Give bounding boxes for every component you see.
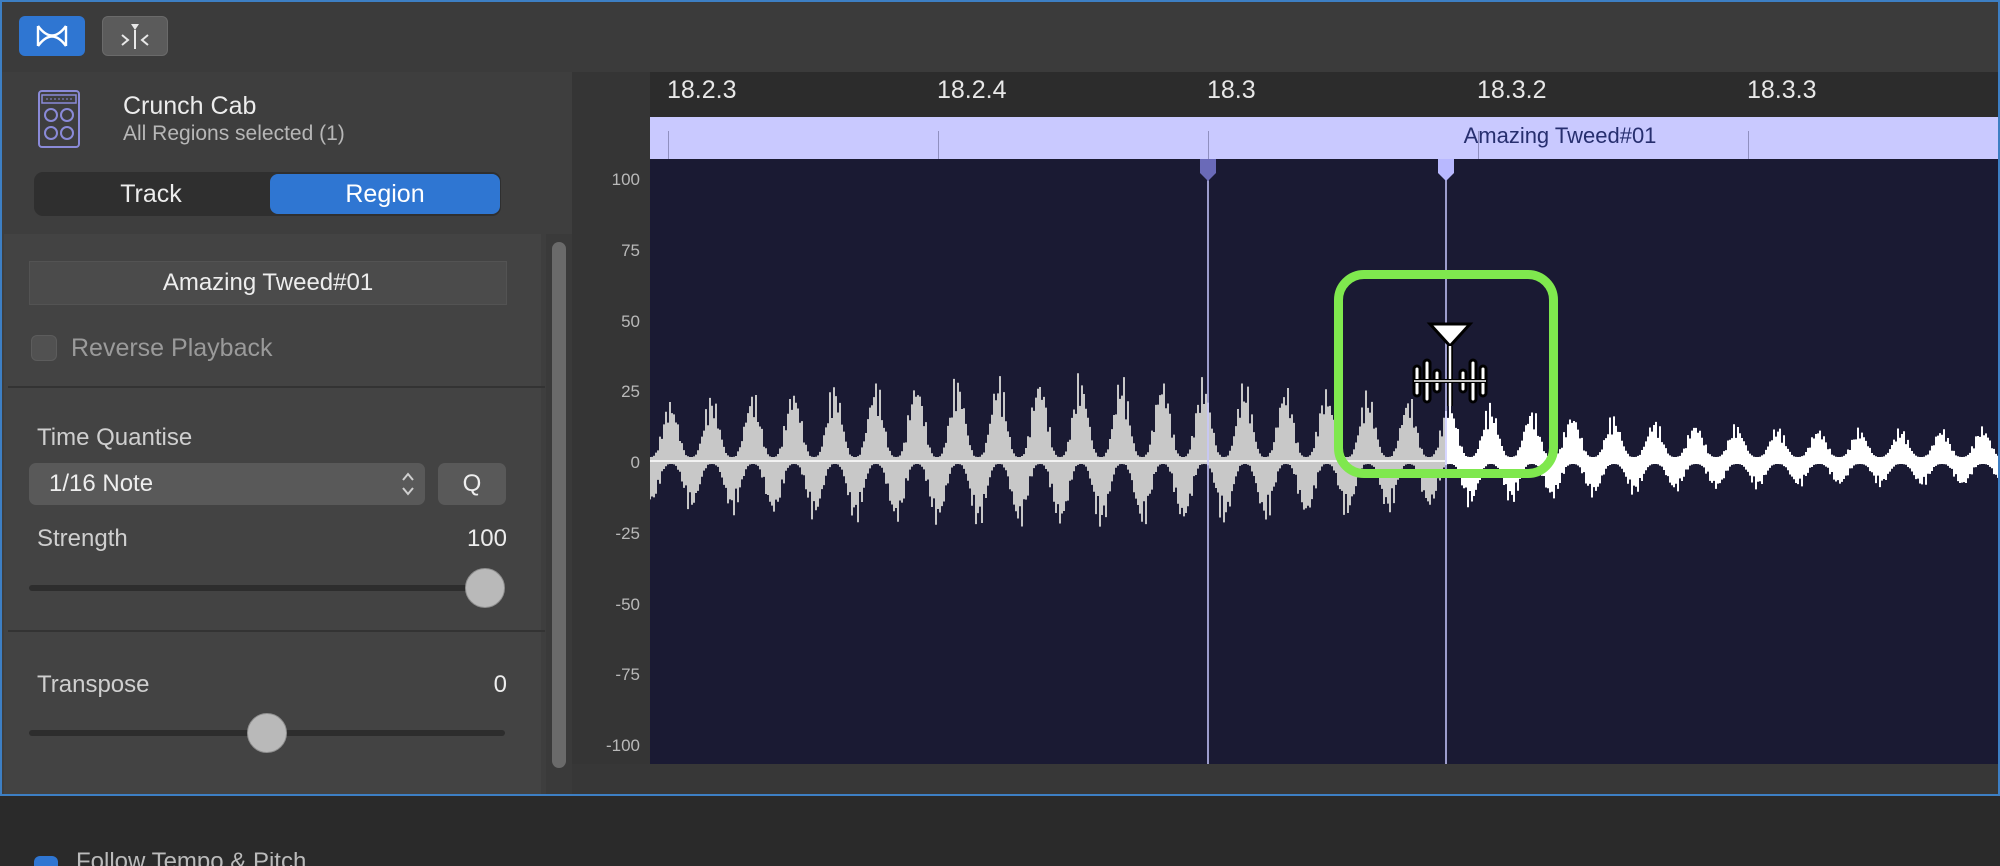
toolbar (0, 0, 2000, 72)
transpose-value: 0 (493, 671, 507, 698)
ruler-label: 18.2.4 (937, 76, 1007, 104)
tab-track[interactable]: Track (34, 172, 268, 216)
y-tick-label: 75 (621, 240, 640, 260)
waveform[interactable] (649, 159, 2000, 764)
track-subtitle: All Regions selected (1) (123, 122, 345, 145)
strength-slider-knob[interactable] (465, 568, 505, 608)
y-tick-label: 0 (630, 453, 640, 472)
follow-tempo-checkbox[interactable] (34, 856, 58, 866)
scrollbar-thumb[interactable] (552, 242, 566, 768)
region-settings-panel: Amazing Tweed#01 Reverse Playback Time Q… (4, 234, 545, 866)
quantise-button[interactable]: Q (438, 463, 506, 505)
transpose-label: Transpose (37, 671, 150, 698)
pitch-marker-icon (121, 24, 149, 49)
y-tick-label: 25 (621, 382, 640, 402)
region-name-field[interactable]: Amazing Tweed#01 (29, 261, 507, 305)
tab-region[interactable]: Region (270, 174, 500, 214)
waveform-editor[interactable] (649, 159, 2000, 764)
transpose-slider-knob[interactable] (247, 713, 287, 753)
ruler-label: 18.3.2 (1477, 76, 1547, 104)
waveform-segment-before (649, 373, 1445, 527)
strength-value: 100 (466, 525, 507, 552)
follow-tempo-row[interactable]: Follow Tempo & Pitch (32, 852, 362, 866)
y-tick-label: -75 (615, 665, 640, 685)
section-divider (8, 386, 545, 388)
amp-icon (38, 90, 80, 148)
y-tick-label: -25 (615, 523, 640, 543)
region-beat-tick (938, 131, 939, 159)
strength-label: Strength (37, 525, 128, 552)
region-header[interactable]: Amazing Tweed#01 (650, 117, 2000, 159)
time-quantise-value: 1/16 Note (49, 470, 154, 497)
inspector-tab-control: Track Region (34, 172, 501, 216)
inspector-scrollbar[interactable] (546, 234, 572, 796)
flex-marker-cursor-icon (1412, 322, 1488, 406)
chevron-up-down-icon (402, 472, 414, 496)
y-tick-label: 100 (611, 170, 640, 189)
ruler-label: 18.2.3 (667, 76, 737, 104)
region-beat-tick (668, 131, 669, 159)
ruler-label: 18.3.3 (1747, 76, 1817, 104)
flex-marker-handle[interactable] (1200, 159, 1216, 181)
reverse-playback-label: Reverse Playback (71, 334, 273, 362)
ruler-label: 18.3 (1207, 76, 1256, 104)
strength-slider-track[interactable] (29, 585, 505, 591)
reverse-playback-checkbox[interactable] (31, 335, 57, 361)
y-tick-label: -100 (605, 736, 640, 755)
region-title: Amazing Tweed#01 (1463, 123, 1657, 148)
timeline-ruler[interactable]: 18.2.3 18.2.4 18.3 18.3.2 18.3.3 (650, 72, 2000, 117)
amplitude-axis: 100 75 50 25 0 -25 -50 -75 -100 (572, 72, 650, 796)
region-inspector: Crunch Cab All Regions selected (1) Trac… (0, 72, 572, 866)
flex-pitch-button[interactable] (102, 16, 168, 56)
track-name: Crunch Cab (123, 92, 257, 120)
flex-marker-handle[interactable] (1438, 159, 1454, 181)
y-tick-label: -50 (615, 594, 640, 614)
flex-time-button[interactable] (19, 16, 85, 56)
region-beat-tick (1208, 131, 1209, 159)
region-beat-tick (1748, 131, 1749, 159)
section-divider (8, 630, 545, 632)
follow-tempo-label: Follow Tempo & Pitch (76, 852, 307, 866)
flex-time-icon (36, 25, 68, 47)
time-quantise-dropdown[interactable]: 1/16 Note (29, 463, 425, 505)
horizontal-scroll-area[interactable] (572, 764, 2000, 796)
time-quantise-label: Time Quantise (37, 424, 193, 451)
region-beat-tick (1478, 131, 1479, 159)
y-tick-label: 50 (621, 311, 640, 331)
track-header: Crunch Cab All Regions selected (1) Trac… (0, 72, 572, 234)
